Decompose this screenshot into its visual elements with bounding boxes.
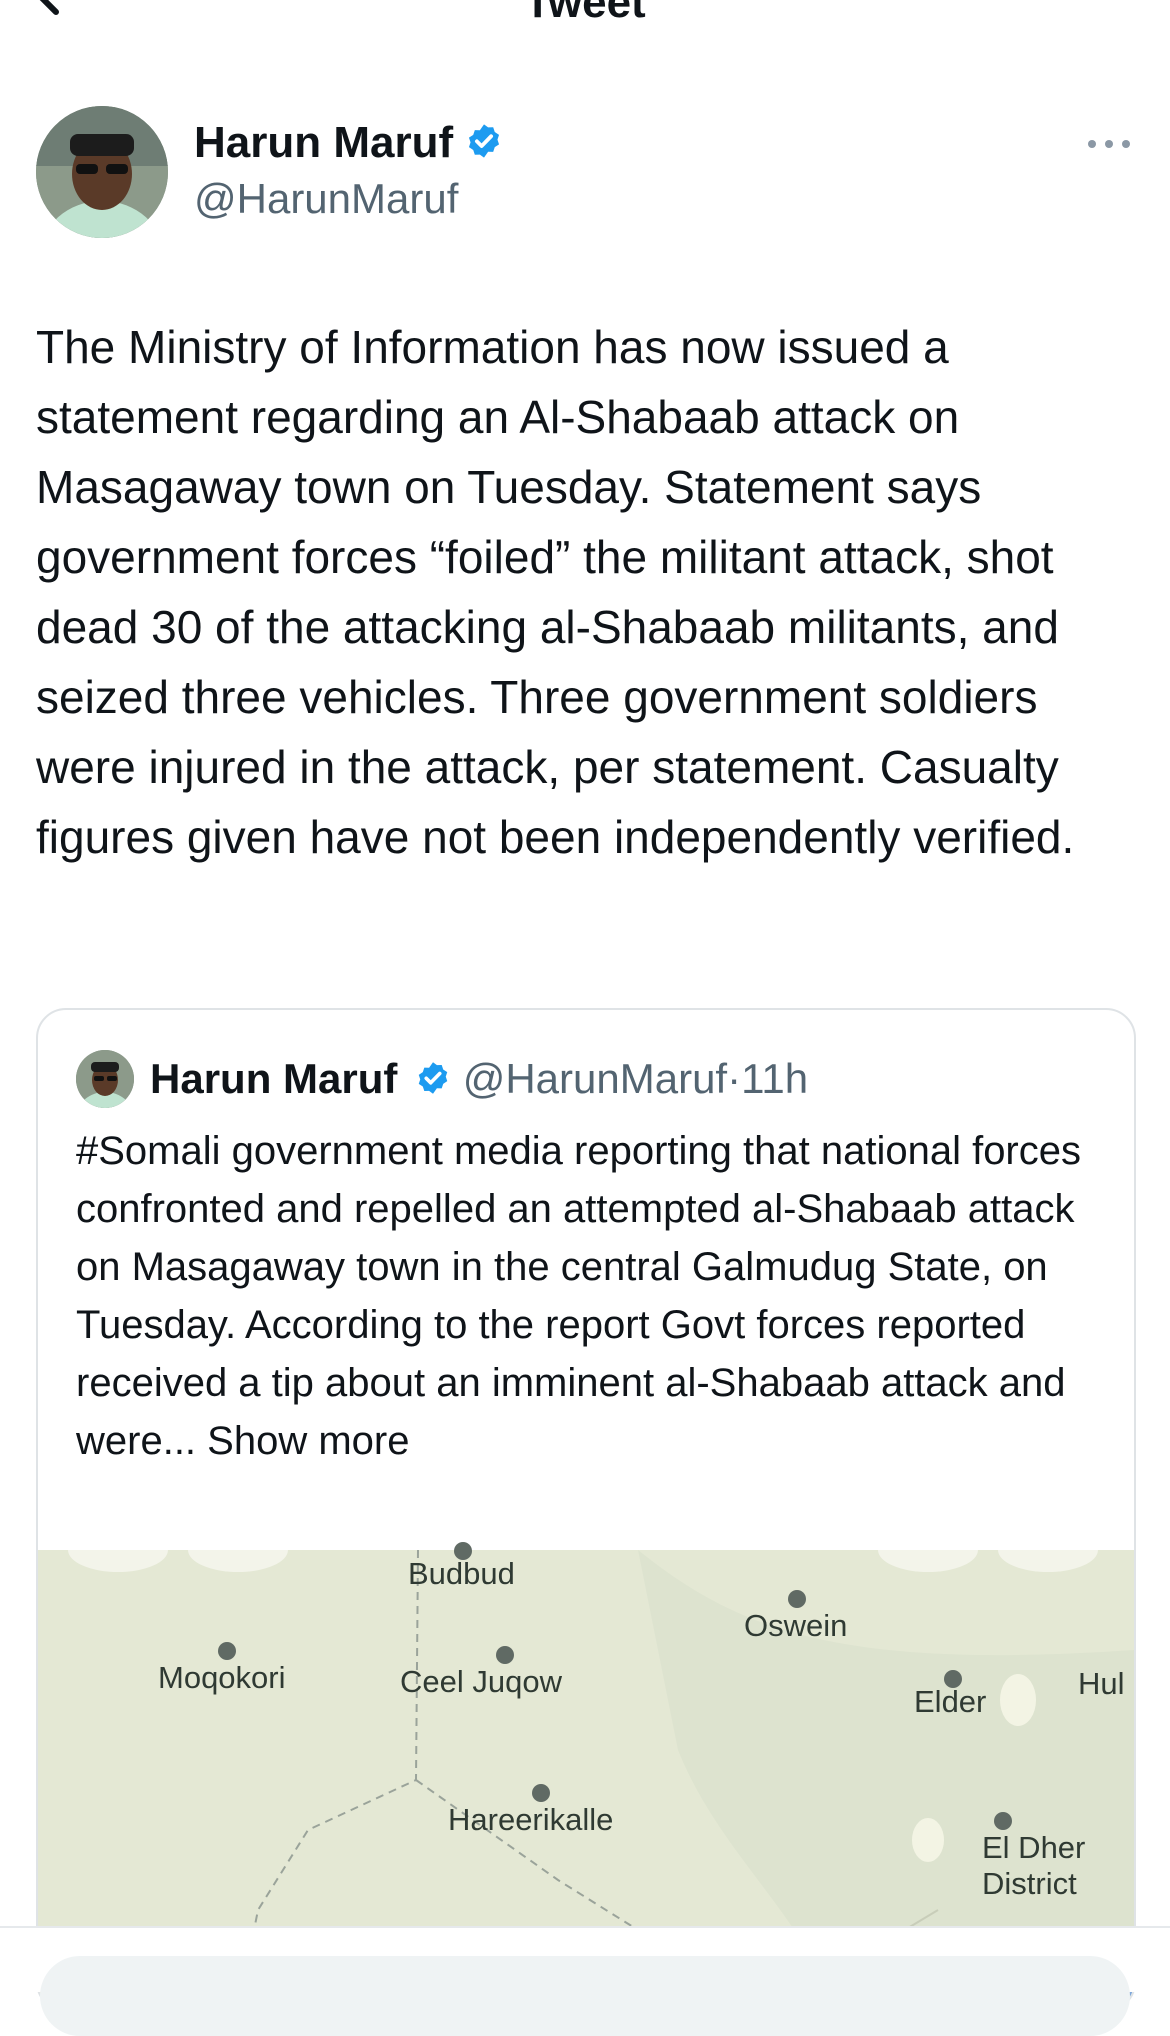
quoted-author-name: Harun Maruf <box>150 1055 398 1102</box>
reply-compose-bar <box>0 1926 1170 2036</box>
quoted-timestamp: 11h <box>741 1055 809 1102</box>
tweet-text: The Ministry of Information has now issu… <box>36 321 1075 863</box>
author-name-text: Harun Maruf <box>194 118 454 167</box>
place-marker-hareerikalle <box>532 1784 550 1802</box>
more-horizontal-icon[interactable] <box>1086 132 1132 156</box>
top-bar: Tweet <box>0 0 1170 40</box>
quoted-tweet-body: #Somali government media reporting that … <box>76 1129 1081 1463</box>
place-label-elder: Elder <box>914 1684 987 1719</box>
place-label-hul: Hul <box>1078 1666 1125 1701</box>
place-label-hareerikalle: Hareerikalle <box>448 1802 614 1837</box>
verified-badge-icon <box>469 124 500 158</box>
show-more-link[interactable]: Show more <box>207 1419 409 1463</box>
page-title: Tweet <box>524 0 646 27</box>
place-marker-ceel-juqow <box>496 1646 514 1664</box>
quoted-author-handle: @HarunMaruf <box>462 1055 728 1102</box>
quoted-tweet-header: Harun Maruf @HarunMaruf·11h <box>150 1052 808 1106</box>
place-marker-oswein <box>788 1590 806 1608</box>
place-marker-moqokori <box>218 1642 236 1660</box>
verified-badge-icon <box>418 1062 448 1094</box>
place-label-moqokori: Moqokori <box>158 1660 286 1695</box>
place-marker-el-dher <box>994 1812 1012 1830</box>
author-name[interactable]: Harun Maruf <box>194 118 503 168</box>
place-label-ceel-juqow: Ceel Juqow <box>400 1664 562 1699</box>
quoted-tweet-text: #Somali government media reporting that … <box>76 1122 1096 1470</box>
place-label-oswein: Oswein <box>744 1608 848 1643</box>
quoted-tweet-card[interactable]: Harun Maruf @HarunMaruf·11h #Somali gove… <box>36 1008 1136 2012</box>
quoted-separator: · <box>727 1055 742 1102</box>
place-label-el-dher-district: El Dher District <box>982 1830 1086 1901</box>
quoted-author-avatar <box>76 1050 134 1108</box>
author-handle[interactable]: @HarunMaruf <box>194 174 458 224</box>
author-avatar[interactable] <box>36 106 168 238</box>
reply-input[interactable] <box>40 1956 1130 2036</box>
place-label-budbud: Budbud <box>408 1556 515 1591</box>
